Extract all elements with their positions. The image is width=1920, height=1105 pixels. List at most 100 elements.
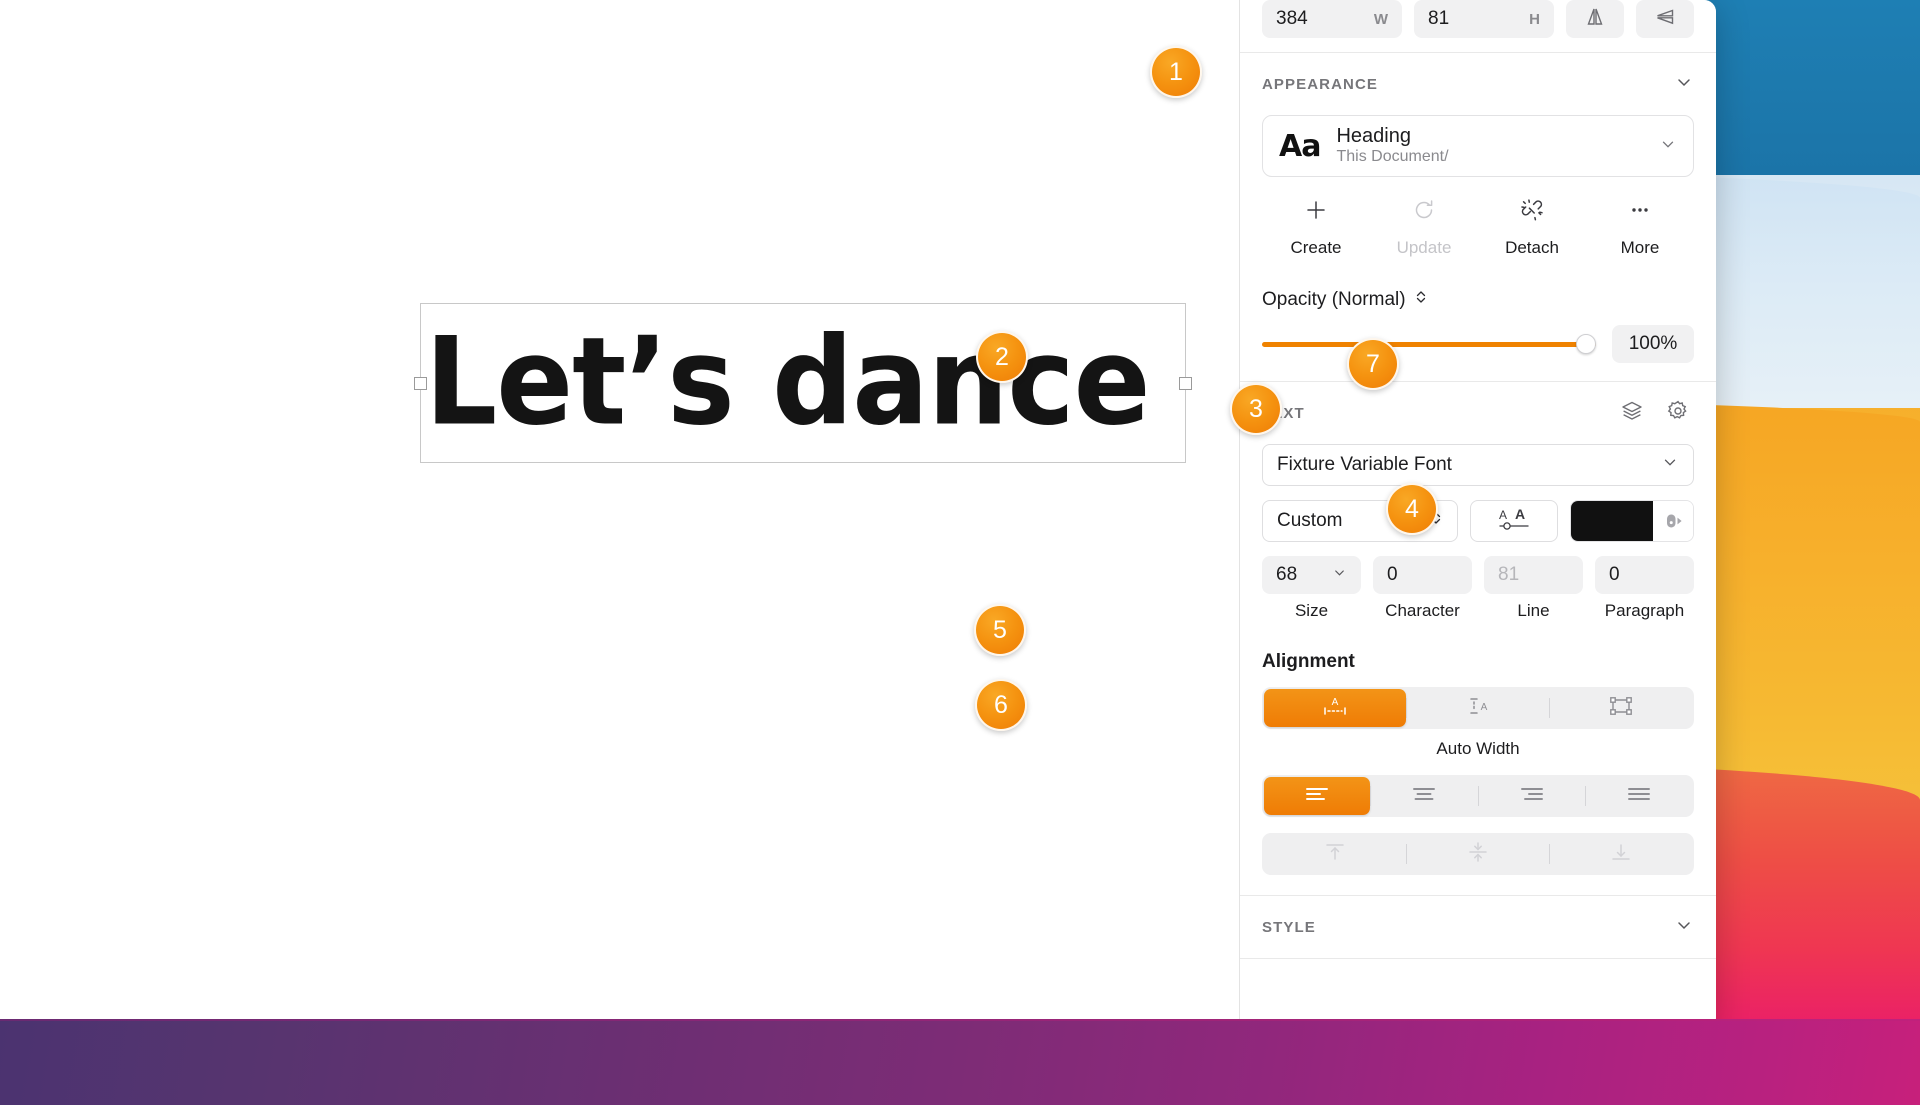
align-justify-icon (1626, 785, 1652, 808)
fixed-size-button[interactable] (1550, 689, 1692, 727)
flip-horizontal-icon (1584, 6, 1606, 33)
font-family-chevron-down-icon (1661, 453, 1679, 477)
opacity-slider-knob[interactable] (1576, 334, 1596, 354)
inspector-panel: 384 W 81 H APPEARANCE Aa Heading This Do… (1239, 0, 1716, 1029)
create-style-button[interactable]: Create (1262, 197, 1370, 258)
paragraph-spacing-metric: 0 Paragraph (1595, 556, 1694, 621)
flip-vertical-button[interactable] (1636, 0, 1694, 38)
opacity-slider[interactable] (1262, 334, 1596, 354)
character-spacing-field[interactable]: 0 (1373, 556, 1472, 594)
paragraph-spacing-caption: Paragraph (1604, 601, 1685, 620)
align-bottom-button[interactable] (1550, 835, 1692, 873)
ellipsis-icon (1627, 197, 1653, 228)
text-header: TEXT (1240, 382, 1716, 444)
align-center-button[interactable] (1371, 777, 1477, 815)
align-justify-button[interactable] (1586, 777, 1692, 815)
opacity-chevron-up-down-icon[interactable] (1414, 288, 1428, 311)
gear-icon[interactable] (1666, 399, 1690, 428)
font-weight-value: Custom (1277, 510, 1343, 531)
font-size-chevron-down-icon (1332, 564, 1347, 586)
line-height-field[interactable]: 81 (1484, 556, 1583, 594)
align-middle-icon (1465, 841, 1491, 868)
callout-badge-7: 7 (1347, 338, 1399, 390)
width-unit-label: W (1373, 10, 1388, 28)
desktop-bottom-strip (0, 1019, 1920, 1105)
line-height-metric: 81 Line (1484, 556, 1583, 621)
layers-icon[interactable] (1620, 399, 1644, 428)
width-value: 384 (1276, 8, 1308, 29)
callout-badge-4: 4 (1386, 483, 1438, 535)
opacity-label-row[interactable]: Opacity (Normal) (1262, 288, 1694, 311)
style-collapse-chevron-down-icon[interactable] (1674, 915, 1694, 940)
height-unit-label: H (1529, 10, 1540, 28)
selected-text-layer[interactable]: Let’s dance (414, 303, 1192, 463)
font-size-value: 68 (1276, 564, 1298, 585)
resize-mode-caption: Auto Width (1436, 739, 1520, 758)
height-field[interactable]: 81 H (1414, 0, 1554, 38)
appearance-section: APPEARANCE Aa Heading This Document/ Cre… (1240, 53, 1716, 382)
font-size-caption: Size (1294, 601, 1329, 620)
flip-vertical-icon (1654, 6, 1676, 33)
svg-text:A: A (1332, 697, 1339, 708)
variable-axes-button[interactable]: A A (1470, 500, 1558, 542)
align-top-icon (1322, 841, 1348, 868)
dimensions-section: 384 W 81 H (1240, 0, 1716, 53)
flip-horizontal-button[interactable] (1566, 0, 1624, 38)
vertical-alignment-group (1262, 833, 1694, 875)
resize-handle-right[interactable] (1179, 377, 1192, 390)
align-left-icon (1304, 785, 1330, 808)
character-spacing-metric: 0 Character (1373, 556, 1472, 621)
auto-height-button[interactable]: A (1407, 689, 1549, 727)
design-canvas[interactable]: Let’s dance (0, 0, 1239, 1029)
resize-handle-left[interactable] (414, 377, 427, 390)
detach-style-button[interactable]: Detach (1478, 197, 1586, 258)
text-color-swatch[interactable] (1571, 501, 1653, 541)
style-header[interactable]: STYLE (1240, 896, 1716, 958)
style-section: STYLE (1240, 896, 1716, 959)
opacity-block: Opacity (Normal) 100% (1240, 274, 1716, 381)
callout-badge-6: 6 (975, 679, 1027, 731)
more-label: More (1620, 238, 1660, 257)
create-label: Create (1290, 238, 1342, 257)
alignment-title: Alignment (1262, 651, 1355, 672)
align-center-icon (1411, 785, 1437, 808)
opacity-label: Opacity (Normal) (1262, 288, 1406, 310)
style-card-chevron-down-icon[interactable] (1659, 135, 1677, 158)
canvas-text: Let’s dance (425, 312, 1151, 453)
font-weight-slider-icon: A A (1494, 505, 1534, 538)
svg-text:A: A (1481, 702, 1488, 713)
font-size-field[interactable]: 68 (1262, 556, 1361, 594)
callout-badge-5: 5 (974, 604, 1026, 656)
refresh-icon (1411, 197, 1437, 228)
broken-link-icon (1519, 197, 1545, 228)
style-actions-row: Create Update Detach More (1240, 183, 1716, 274)
align-right-button[interactable] (1479, 777, 1585, 815)
appearance-header[interactable]: APPEARANCE (1240, 53, 1716, 115)
svg-text:A: A (1515, 506, 1525, 522)
resize-mode-group: A A (1262, 687, 1694, 729)
font-family-select[interactable]: Fixture Variable Font (1262, 444, 1694, 486)
font-size-metric: 68 Size (1262, 556, 1361, 621)
appearance-collapse-chevron-down-icon[interactable] (1674, 72, 1694, 97)
more-style-button[interactable]: More (1586, 197, 1694, 258)
text-style-card[interactable]: Aa Heading This Document/ (1262, 115, 1694, 177)
auto-height-icon: A (1463, 694, 1493, 723)
opacity-value[interactable]: 100% (1612, 325, 1694, 363)
text-color-control[interactable] (1570, 500, 1694, 542)
align-top-button[interactable] (1264, 835, 1406, 873)
height-value: 81 (1428, 8, 1450, 29)
svg-text:A: A (1499, 508, 1507, 522)
style-name: Heading (1336, 124, 1411, 147)
character-spacing-value: 0 (1387, 564, 1398, 585)
width-field[interactable]: 384 W (1262, 0, 1402, 38)
font-weight-row: Custom A A (1262, 500, 1694, 542)
align-middle-button[interactable] (1407, 835, 1549, 873)
auto-width-button[interactable]: A (1264, 689, 1406, 727)
style-title: STYLE (1262, 918, 1316, 936)
align-left-button[interactable] (1264, 777, 1371, 815)
paragraph-spacing-field[interactable]: 0 (1595, 556, 1694, 594)
color-style-picker-icon[interactable] (1653, 501, 1693, 541)
text-metrics-row: 68 Size 0 Character 81 Line 0 Paragraph (1240, 556, 1716, 637)
update-style-button[interactable]: Update (1370, 197, 1478, 258)
font-family-value: Fixture Variable Font (1277, 454, 1452, 475)
